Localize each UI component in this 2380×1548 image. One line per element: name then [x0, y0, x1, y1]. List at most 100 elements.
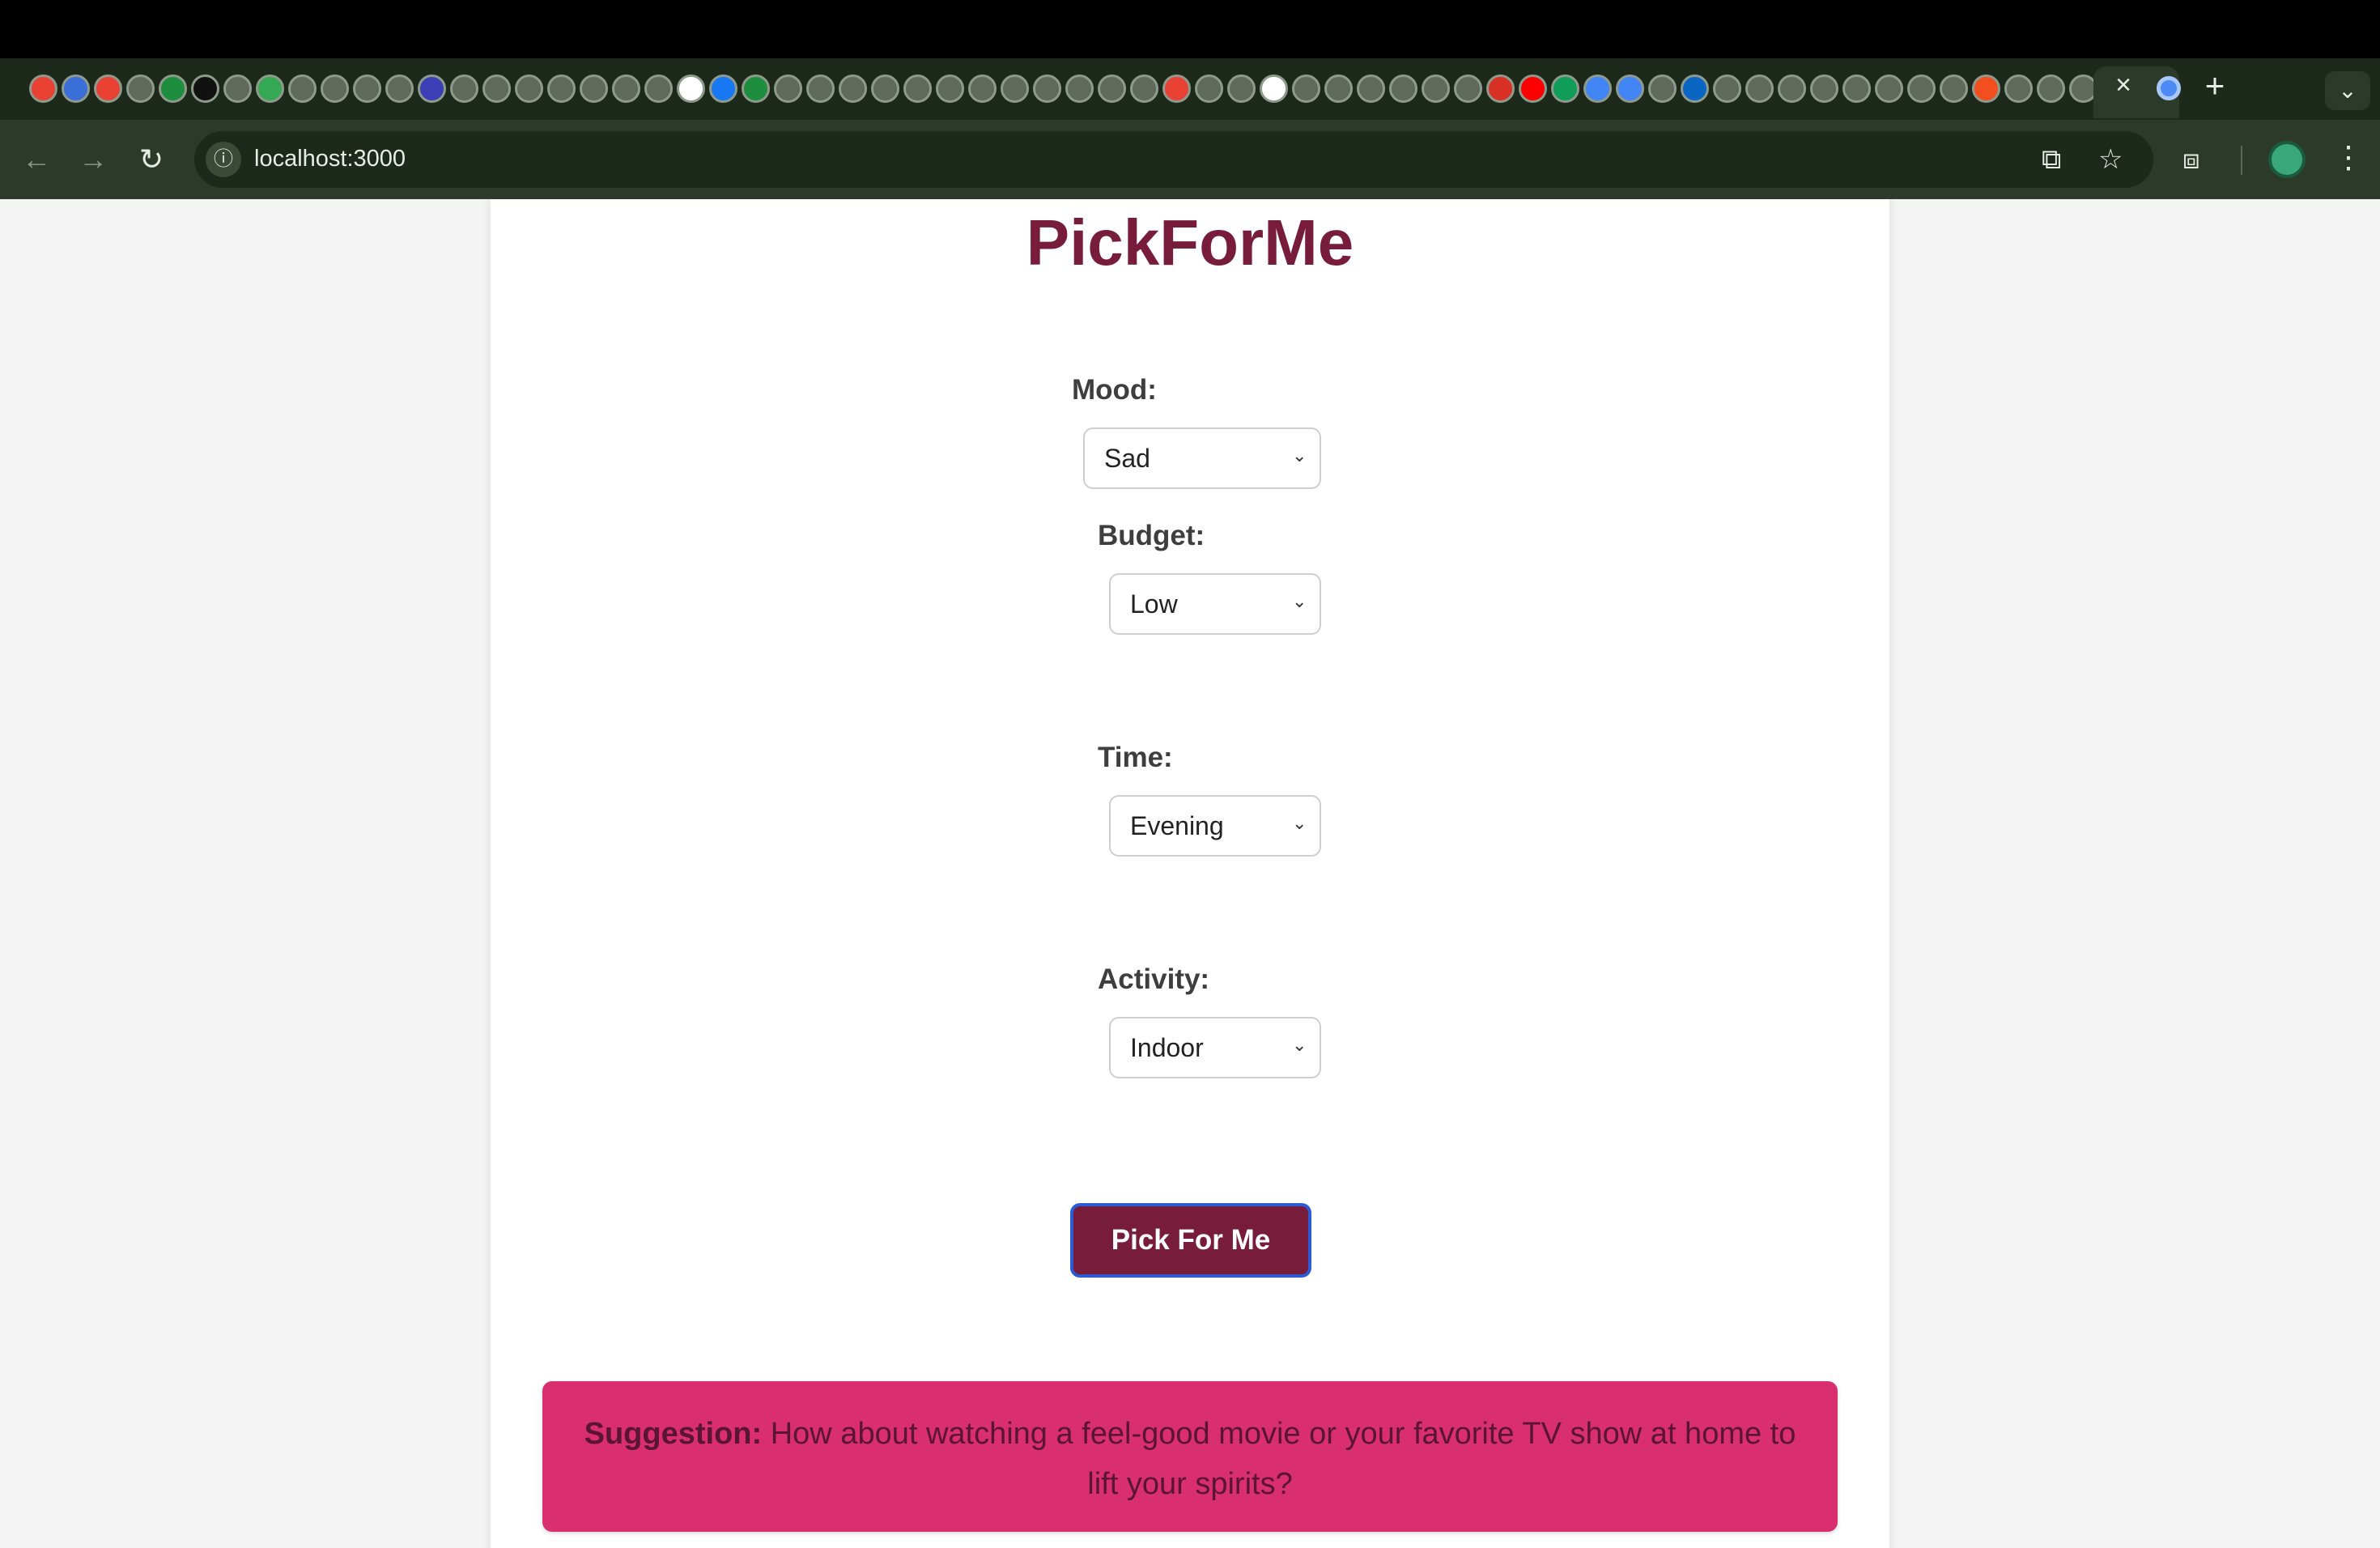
globe-icon[interactable]: [2037, 74, 2065, 103]
globe-icon[interactable]: [806, 74, 835, 103]
budget-select[interactable]: Low ⌄: [1109, 573, 1321, 635]
globe-icon[interactable]: [1227, 74, 1256, 103]
toolbar-divider: [2241, 146, 2242, 175]
globe-icon[interactable]: [1098, 74, 1126, 103]
sheets-icon[interactable]: [1551, 74, 1579, 103]
gmail-icon[interactable]: [94, 74, 122, 103]
suggestion-label: Suggestion:: [584, 1417, 763, 1451]
globe-icon[interactable]: [1195, 74, 1223, 103]
globe-icon[interactable]: [1940, 74, 1968, 103]
globe-icon[interactable]: [936, 74, 964, 103]
browser-menu-icon[interactable]: ⋮: [2333, 136, 2364, 180]
globe-icon[interactable]: [1454, 74, 1482, 103]
globe-icon[interactable]: [2004, 74, 2033, 103]
globe-icon[interactable]: [288, 74, 317, 103]
time-label: Time:: [1098, 742, 1173, 773]
globe-icon[interactable]: [871, 74, 899, 103]
globe-icon[interactable]: [1422, 74, 1450, 103]
tab-search-button[interactable]: ⌄: [2325, 71, 2370, 110]
r-icon[interactable]: [62, 74, 90, 103]
extensions-icon[interactable]: ⧈: [2182, 144, 2200, 176]
globe-icon[interactable]: [1810, 74, 1838, 103]
new-tab-button[interactable]: +: [2199, 69, 2231, 103]
tab-close-icon[interactable]: ×: [2111, 71, 2136, 99]
globe-icon[interactable]: [1907, 74, 1936, 103]
globe-icon[interactable]: [1130, 74, 1158, 103]
globe-icon[interactable]: [482, 74, 511, 103]
globe-icon[interactable]: [1389, 74, 1417, 103]
mood-label: Mood:: [1072, 374, 1157, 406]
budget-label: Budget:: [1098, 520, 1205, 551]
mood-select-value: Sad: [1104, 444, 1150, 473]
budget-select-value: Low: [1130, 589, 1178, 619]
openai-icon[interactable]: [1260, 74, 1288, 103]
globe-icon[interactable]: [1357, 74, 1385, 103]
time-select-value: Evening: [1130, 811, 1224, 840]
globe-icon[interactable]: [1001, 74, 1029, 103]
pdf-icon[interactable]: [1486, 74, 1515, 103]
active-tab-favicon-icon: [2157, 76, 2181, 100]
figma-icon[interactable]: [1972, 74, 2000, 103]
reload-icon[interactable]: ↻: [130, 138, 173, 181]
globe-icon[interactable]: [321, 74, 349, 103]
window-top-bar: [0, 0, 2380, 58]
globe-icon[interactable]: [612, 74, 640, 103]
address-bar[interactable]: ⓘ localhost:3000 ⧉ ☆: [194, 131, 2153, 188]
globe-icon[interactable]: [644, 74, 673, 103]
github-icon[interactable]: [191, 74, 219, 103]
globe-icon[interactable]: [1842, 74, 1871, 103]
back-icon[interactable]: ←: [15, 138, 58, 181]
globe-icon[interactable]: [1065, 74, 1094, 103]
globe-icon[interactable]: [450, 74, 478, 103]
linkedin-icon[interactable]: [1681, 74, 1709, 103]
site-info-icon[interactable]: ⓘ: [206, 142, 241, 177]
bookmark-star-icon[interactable]: ☆: [2098, 143, 2123, 176]
activity-label: Activity:: [1098, 963, 1210, 995]
globe-icon[interactable]: [547, 74, 576, 103]
profile-avatar[interactable]: [2268, 141, 2306, 178]
globe-icon[interactable]: [1745, 74, 1774, 103]
meta-icon[interactable]: [709, 74, 737, 103]
pick-for-me-button[interactable]: Pick For Me: [1070, 1203, 1311, 1278]
browser-toolbar: ← → ↻ ⓘ localhost:3000 ⧉ ☆ ⧈ ⋮: [0, 120, 2380, 199]
globe-icon[interactable]: [1713, 74, 1741, 103]
globe-icon[interactable]: [580, 74, 608, 103]
globe-icon[interactable]: [353, 74, 381, 103]
globe-icon[interactable]: [1292, 74, 1320, 103]
page-title: PickForMe: [1026, 206, 1354, 279]
globe-icon[interactable]: [1033, 74, 1061, 103]
install-app-icon[interactable]: ⧉: [2042, 143, 2061, 176]
globe-icon[interactable]: [385, 74, 414, 103]
globe-icon[interactable]: [515, 74, 543, 103]
g-icon[interactable]: [742, 74, 770, 103]
globe-icon[interactable]: [839, 74, 867, 103]
globe-icon[interactable]: [1875, 74, 1903, 103]
gmail-icon[interactable]: [29, 74, 57, 103]
suggestion-box: Suggestion: How about watching a feel-go…: [542, 1381, 1838, 1532]
globe-icon[interactable]: [126, 74, 155, 103]
activity-select[interactable]: Indoor ⌄: [1109, 1017, 1321, 1078]
time-select[interactable]: Evening ⌄: [1109, 795, 1321, 857]
url-text[interactable]: localhost:3000: [254, 146, 406, 172]
openai-icon[interactable]: [677, 74, 705, 103]
youtube-icon[interactable]: [1519, 74, 1547, 103]
docs-icon[interactable]: [1583, 74, 1612, 103]
g-icon[interactable]: [159, 74, 187, 103]
globe-icon[interactable]: [774, 74, 802, 103]
tab-strip: [0, 58, 2380, 120]
forward-icon[interactable]: →: [71, 138, 115, 181]
docs-icon[interactable]: [1616, 74, 1644, 103]
globe-icon[interactable]: [968, 74, 997, 103]
globe-icon[interactable]: [1324, 74, 1353, 103]
a-icon[interactable]: [418, 74, 446, 103]
chevron-down-icon: ⌄: [1292, 813, 1307, 833]
chevron-down-icon: ⌄: [1292, 445, 1307, 466]
globe-icon[interactable]: [903, 74, 932, 103]
gmail-icon[interactable]: [1162, 74, 1191, 103]
globe-icon[interactable]: [1648, 74, 1677, 103]
globe-icon[interactable]: [223, 74, 252, 103]
refresh-icon[interactable]: [256, 74, 284, 103]
mood-select[interactable]: Sad ⌄: [1083, 427, 1321, 489]
page-viewport: PickForMe Mood: Sad ⌄ Budget: Low ⌄ Time…: [0, 199, 2380, 1548]
globe-icon[interactable]: [1778, 74, 1806, 103]
